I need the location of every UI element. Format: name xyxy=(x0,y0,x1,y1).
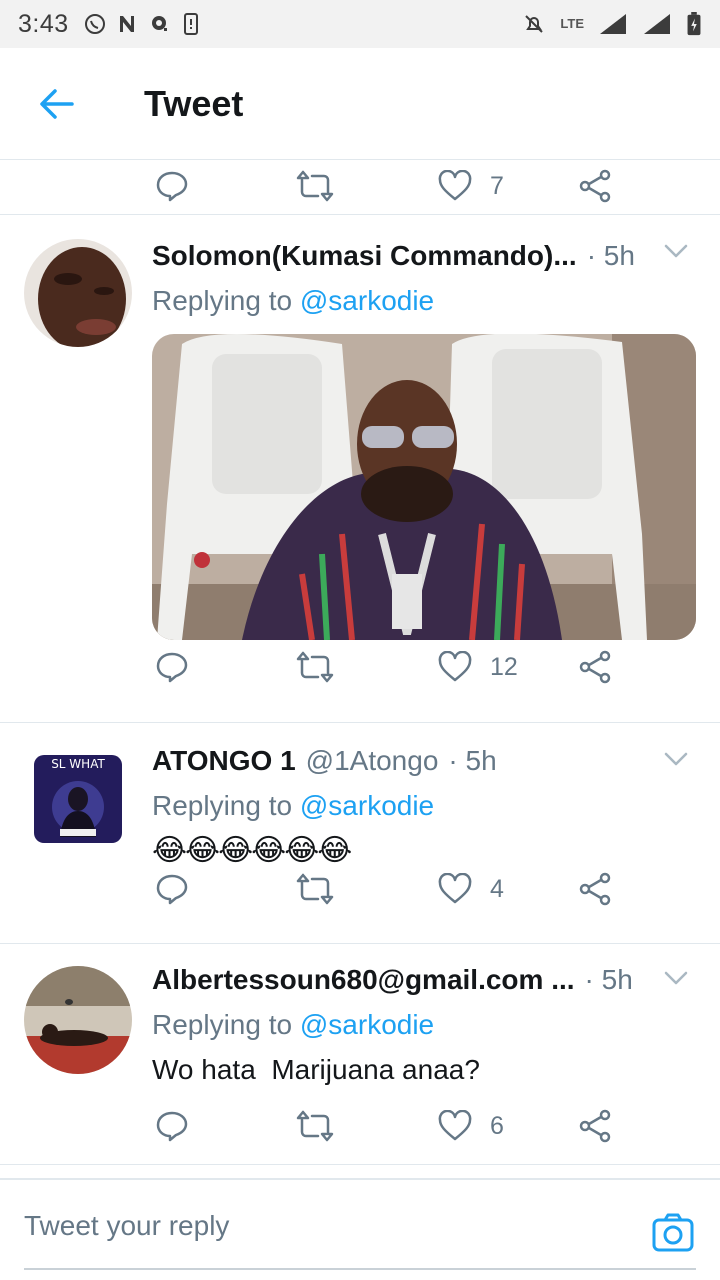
heart-icon xyxy=(438,651,472,682)
share-icon xyxy=(579,872,611,906)
heart-icon xyxy=(438,170,472,201)
retweet-icon xyxy=(296,170,334,202)
like-button[interactable]: 6 xyxy=(438,1098,504,1154)
photo-image xyxy=(152,334,696,640)
back-button[interactable] xyxy=(0,48,112,160)
like-button[interactable]: 12 xyxy=(438,639,518,695)
tweet-actions: 4 xyxy=(0,861,720,917)
chevron-down-icon[interactable] xyxy=(662,964,690,992)
status-time: 3:43 xyxy=(18,9,69,38)
back-arrow-icon xyxy=(40,88,74,119)
phone-storage-icon xyxy=(183,13,198,35)
like-count: 4 xyxy=(490,874,504,903)
chevron-down-icon[interactable] xyxy=(662,237,690,265)
mention-link[interactable]: @sarkodie xyxy=(300,1009,434,1040)
signal-strength-2-icon xyxy=(644,14,670,34)
n-app-icon xyxy=(119,16,134,32)
reply-button[interactable] xyxy=(155,861,189,917)
reply-tweet[interactable]: Solomon(Kumasi Commando)... · 5h Replyin… xyxy=(0,215,720,722)
whatsapp-icon xyxy=(84,14,105,34)
share-button[interactable] xyxy=(578,158,612,214)
sync-icon xyxy=(151,16,167,31)
reply-tweet[interactable]: Albertessoun680@gmail.com ... · 5h Reply… xyxy=(0,944,720,1164)
share-icon xyxy=(579,169,611,203)
timestamp: · 5h xyxy=(448,745,497,776)
page-title: Tweet xyxy=(144,82,244,124)
share-icon xyxy=(579,650,611,684)
user-avatar-image xyxy=(24,239,132,347)
reply-button[interactable] xyxy=(155,158,189,214)
retweet-icon xyxy=(296,873,334,905)
replying-label: Replying to xyxy=(152,790,293,821)
reply-tweet[interactable]: SL WHAT ATONGO 1 @1Atongo · 5h Replying … xyxy=(0,723,720,943)
reply-icon xyxy=(156,1111,188,1142)
reply-button[interactable] xyxy=(155,639,189,695)
replying-to: Replying to @sarkodie xyxy=(152,785,696,827)
display-name[interactable]: Solomon(Kumasi Commando)... xyxy=(152,240,577,272)
user-handle[interactable]: @1Atongo xyxy=(306,745,439,777)
share-button[interactable] xyxy=(578,1098,612,1154)
timestamp: · 5h xyxy=(584,964,633,995)
heart-icon xyxy=(438,1110,472,1141)
retweet-icon xyxy=(296,1110,334,1142)
mention-link[interactable]: @sarkodie xyxy=(300,790,434,821)
timestamp: · 5h xyxy=(586,240,635,271)
replying-to: Replying to @sarkodie xyxy=(152,280,696,322)
like-count: 7 xyxy=(490,171,504,200)
user-avatar-image xyxy=(24,966,132,1074)
retweet-button[interactable] xyxy=(296,1098,334,1154)
like-button[interactable]: 7 xyxy=(438,158,504,214)
share-button[interactable] xyxy=(578,861,612,917)
reply-icon xyxy=(156,171,188,202)
display-name[interactable]: ATONGO 1 xyxy=(152,745,296,777)
network-type-label: LTE xyxy=(560,16,584,31)
signal-strength-icon xyxy=(600,14,626,34)
user-avatar-image: SL WHAT xyxy=(30,751,126,847)
divider xyxy=(0,1164,720,1165)
retweet-button[interactable] xyxy=(296,158,334,214)
replying-label: Replying to xyxy=(152,285,293,316)
app-bar: Tweet xyxy=(0,48,720,160)
tweet-actions: 7 xyxy=(0,158,720,214)
tweet-actions: 6 xyxy=(0,1098,720,1154)
like-button[interactable]: 4 xyxy=(438,861,504,917)
input-underline xyxy=(24,1268,696,1270)
avatar-caption: SL WHAT xyxy=(51,757,105,771)
tweet-header: ATONGO 1 @1Atongo · 5h xyxy=(152,745,696,785)
reply-icon xyxy=(156,874,188,905)
camera-icon[interactable] xyxy=(652,1212,694,1254)
tweet-header: Solomon(Kumasi Commando)... · 5h xyxy=(152,240,696,280)
avatar[interactable]: SL WHAT xyxy=(30,751,126,847)
replying-label: Replying to xyxy=(152,1009,293,1040)
tweet-actions: 12 xyxy=(0,639,720,695)
replying-to: Replying to @sarkodie xyxy=(152,1004,696,1046)
retweet-button[interactable] xyxy=(296,861,334,917)
tweet-media[interactable] xyxy=(152,334,696,640)
reply-button[interactable] xyxy=(155,1098,189,1154)
reply-icon xyxy=(156,652,188,683)
tweet-header: Albertessoun680@gmail.com ... · 5h xyxy=(152,964,696,1004)
mute-bell-icon xyxy=(525,15,544,33)
retweet-button[interactable] xyxy=(296,639,334,695)
reply-feed: 7 Solomon(Kumasi Commando)... · 5h Reply… xyxy=(0,160,720,1165)
tweet-text: Wo hata Marijuana anaa? xyxy=(152,1054,480,1085)
reply-input[interactable]: Tweet your reply xyxy=(24,1210,229,1242)
status-bar: 3:43 LTE xyxy=(0,0,720,48)
like-count: 6 xyxy=(490,1111,504,1140)
chevron-down-icon[interactable] xyxy=(662,745,690,773)
avatar[interactable] xyxy=(24,966,132,1074)
avatar[interactable] xyxy=(24,239,132,347)
reply-composer: Tweet your reply xyxy=(0,1178,720,1280)
share-button[interactable] xyxy=(578,639,612,695)
display-name[interactable]: Albertessoun680@gmail.com ... xyxy=(152,964,575,996)
battery-icon xyxy=(687,12,701,36)
mention-link[interactable]: @sarkodie xyxy=(300,285,434,316)
heart-icon xyxy=(438,873,472,904)
share-icon xyxy=(579,1109,611,1143)
retweet-icon xyxy=(296,651,334,683)
like-count: 12 xyxy=(490,652,518,681)
